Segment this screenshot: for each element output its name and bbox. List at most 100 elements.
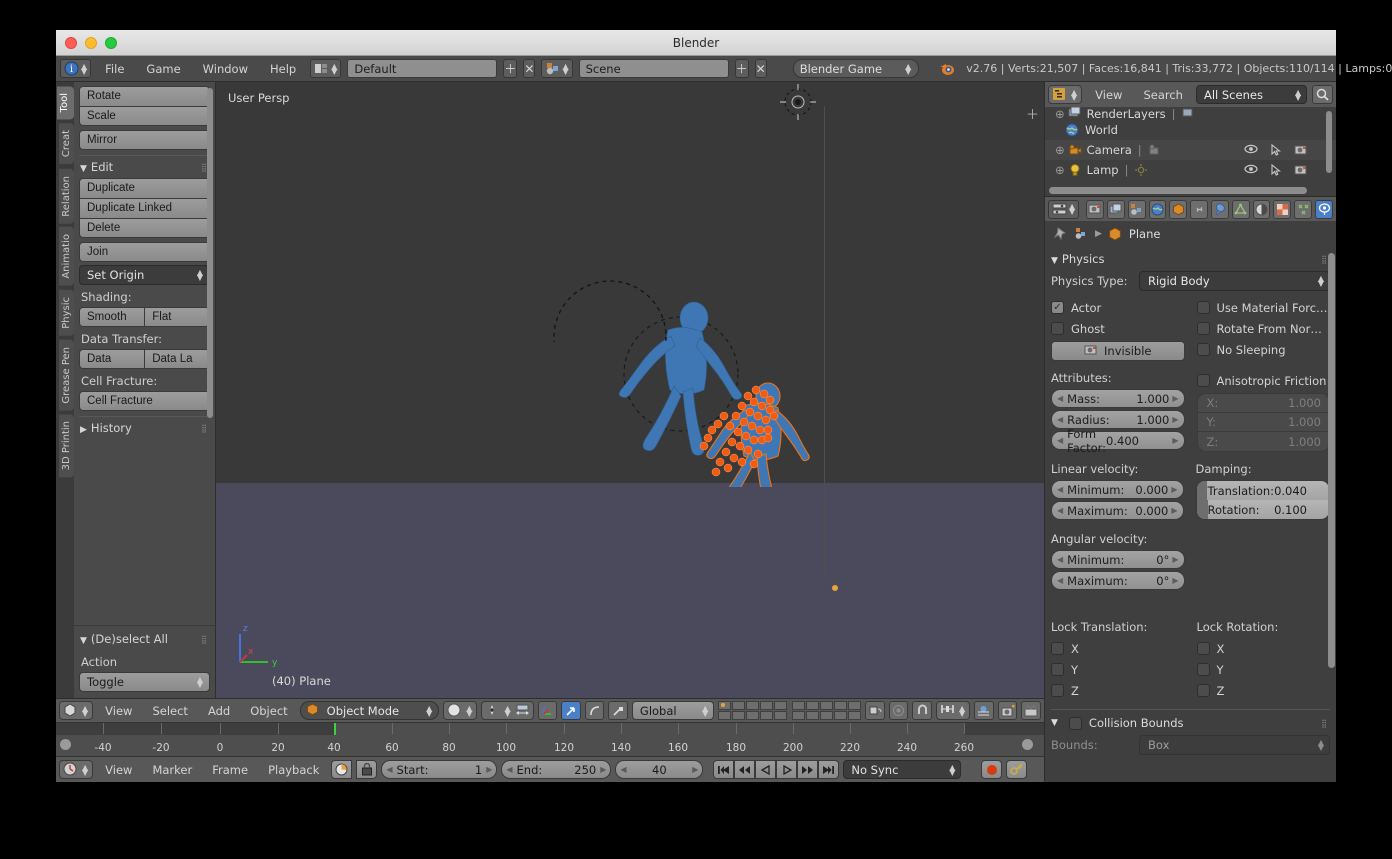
timeline-menu-playback[interactable]: Playback <box>260 761 327 779</box>
tab-texture[interactable] <box>1273 199 1292 219</box>
tab-animation[interactable]: Animatio <box>59 227 74 286</box>
no-sleeping-row[interactable]: No Sleeping <box>1196 339 1331 360</box>
scale-manipulator-button[interactable] <box>608 701 628 720</box>
ghost-checkbox-row[interactable]: Ghost <box>1051 318 1185 339</box>
shade-flat-button[interactable]: Flat <box>144 307 210 327</box>
damping-rotation-field[interactable]: Rotation: 0.100 <box>1196 500 1329 519</box>
selected-fractured-character-mesh[interactable] <box>696 372 816 487</box>
tab-scene[interactable] <box>1127 199 1146 219</box>
increment-icon[interactable]: ▶ <box>600 765 606 774</box>
mirror-button[interactable]: Mirror <box>79 130 210 150</box>
current-frame-field[interactable]: ◀ 40 ▶ <box>615 760 704 779</box>
tab-physics[interactable] <box>1315 199 1333 219</box>
layer-cell[interactable] <box>848 711 862 720</box>
layer-cell[interactable] <box>774 701 788 710</box>
viewport-menu-view[interactable]: View <box>97 702 140 720</box>
tab-world[interactable] <box>1148 199 1167 219</box>
join-button[interactable]: Join <box>79 242 210 262</box>
layer-cell[interactable] <box>806 711 820 720</box>
tab-render[interactable] <box>1086 199 1104 219</box>
play-reverse-button[interactable] <box>755 760 777 779</box>
tab-particles[interactable] <box>1294 199 1313 219</box>
layer-cell[interactable] <box>760 701 774 710</box>
start-frame-field[interactable]: ◀ Start: 1 ▶ <box>381 760 498 779</box>
scene-name-field[interactable]: Scene <box>578 59 729 78</box>
renderable-camera-icon[interactable] <box>1294 164 1308 176</box>
increment-icon[interactable]: ▶ <box>1171 506 1177 515</box>
operator-panel-header[interactable]: ▼ (De)select All ⣿ <box>79 632 210 650</box>
editor-type-selector-3dview[interactable]: ▲ ▼ <box>59 701 94 720</box>
lock-translation-y-row[interactable]: Y <box>1051 659 1185 680</box>
add-scene-button[interactable]: ＋ <box>734 59 749 78</box>
tab-physics[interactable]: Physic <box>59 289 74 336</box>
lock-frame-range-button[interactable] <box>356 760 378 779</box>
actor-checkbox-row[interactable]: ✓ Actor <box>1051 297 1185 318</box>
rotate-from-normal-row[interactable]: Rotate From Nor… <box>1196 318 1331 339</box>
tab-grease-pencil[interactable]: Grease Pen <box>59 339 74 411</box>
edit-section-header[interactable]: ▼ Edit ⣿ <box>79 155 210 178</box>
linear-velocity-max-field[interactable]: ◀ Maximum: 0.000 ▶ <box>1051 501 1184 520</box>
menu-file[interactable]: File <box>97 60 132 78</box>
snap-magnet-button[interactable] <box>912 701 933 720</box>
cell-fracture-button[interactable]: Cell Fracture <box>79 391 210 411</box>
translate-manipulator-button[interactable] <box>561 701 581 720</box>
actor-checkbox[interactable]: ✓ <box>1051 301 1064 314</box>
screen-layout-field[interactable]: Default <box>347 59 498 78</box>
viewport-expand-panel-icon[interactable]: ＋ <box>1026 104 1039 123</box>
timeline-ruler[interactable]: -40 -20 0 20 40 60 80 100 120 140 160 18… <box>56 722 1044 756</box>
timeline-menu-view[interactable]: View <box>97 761 140 779</box>
angular-velocity-max-field[interactable]: ◀ Maximum: 0° ▶ <box>1051 571 1185 590</box>
layer-cell[interactable] <box>792 701 806 710</box>
rotate-from-normal-checkbox[interactable] <box>1196 322 1210 335</box>
selectable-cursor-icon[interactable] <box>1271 144 1281 156</box>
lock-translation-x-checkbox[interactable] <box>1051 642 1064 655</box>
timeline-menu-marker[interactable]: Marker <box>144 761 200 779</box>
anisotropic-friction-row[interactable]: Anisotropic Friction <box>1196 371 1331 390</box>
viewport-shading-selector[interactable]: ▲ ▼ <box>443 701 478 720</box>
menu-help[interactable]: Help <box>262 60 304 78</box>
lock-rotation-x-row[interactable]: X <box>1196 638 1331 659</box>
jump-to-end-button[interactable] <box>818 760 840 779</box>
outliner-menu-search[interactable]: Search <box>1135 86 1191 104</box>
set-origin-dropdown[interactable]: Set Origin ▲ ▼ <box>79 265 210 285</box>
auto-keyframe-button[interactable] <box>981 760 1003 779</box>
lock-translation-z-checkbox[interactable] <box>1051 684 1064 697</box>
timeline-scrollbar-right-handle[interactable] <box>1022 739 1033 750</box>
viewport-menu-add[interactable]: Add <box>200 702 238 720</box>
jump-to-prev-keyframe-button[interactable] <box>734 760 756 779</box>
increment-icon[interactable]: ▶ <box>692 765 698 774</box>
pin-icon[interactable] <box>1053 226 1068 242</box>
menu-window[interactable]: Window <box>195 60 256 78</box>
layer-cell[interactable] <box>792 711 806 720</box>
collision-bounds-header[interactable]: ▼ Collision Bounds ⣿ <box>1051 716 1330 735</box>
lock-layers-button[interactable] <box>865 701 885 720</box>
scene-layers[interactable] <box>718 701 862 720</box>
outliner-row-renderlayers[interactable]: ⊕ RenderLayers | <box>1045 107 1336 120</box>
renderable-camera-icon[interactable] <box>1294 144 1308 156</box>
ghost-checkbox[interactable] <box>1051 322 1064 335</box>
outliner-search-button[interactable] <box>1312 85 1333 104</box>
lock-translation-x-row[interactable]: X <box>1051 638 1185 659</box>
render-engine-selector[interactable]: Blender Game ▲ ▼ <box>792 59 920 78</box>
interaction-mode-selector[interactable]: Object Mode ▲ ▼ <box>299 701 440 720</box>
decrement-icon[interactable]: ◀ <box>620 765 626 774</box>
tab-tool[interactable]: Tool <box>57 86 74 120</box>
delete-scene-button[interactable]: ✕ <box>754 59 767 78</box>
use-material-force-row[interactable]: Use Material Forc… <box>1196 297 1331 318</box>
selectable-cursor-icon[interactable] <box>1271 164 1281 176</box>
tab-constraints[interactable] <box>1190 199 1209 219</box>
screen-layout-selector[interactable]: ▲ ▼ <box>310 59 342 78</box>
history-section-header[interactable]: ▶ History ⣿ <box>79 416 210 439</box>
collision-bounds-checkbox[interactable] <box>1068 716 1082 730</box>
lock-translation-y-checkbox[interactable] <box>1051 663 1064 676</box>
timeline-scrollbar-left-handle[interactable] <box>60 739 71 750</box>
jump-to-start-button[interactable] <box>713 760 735 779</box>
end-frame-field[interactable]: ◀ End: 250 ▶ <box>501 760 612 779</box>
hide-eye-icon[interactable] <box>1244 144 1258 156</box>
increment-icon[interactable]: ▶ <box>1172 415 1178 424</box>
viewport-menu-object[interactable]: Object <box>242 702 295 720</box>
increment-icon[interactable]: ▶ <box>486 765 492 774</box>
sync-mode-selector[interactable]: No Sync ▲ ▼ <box>843 760 962 779</box>
lock-rotation-x-checkbox[interactable] <box>1196 642 1210 655</box>
outliner-menu-view[interactable]: View <box>1087 86 1130 104</box>
